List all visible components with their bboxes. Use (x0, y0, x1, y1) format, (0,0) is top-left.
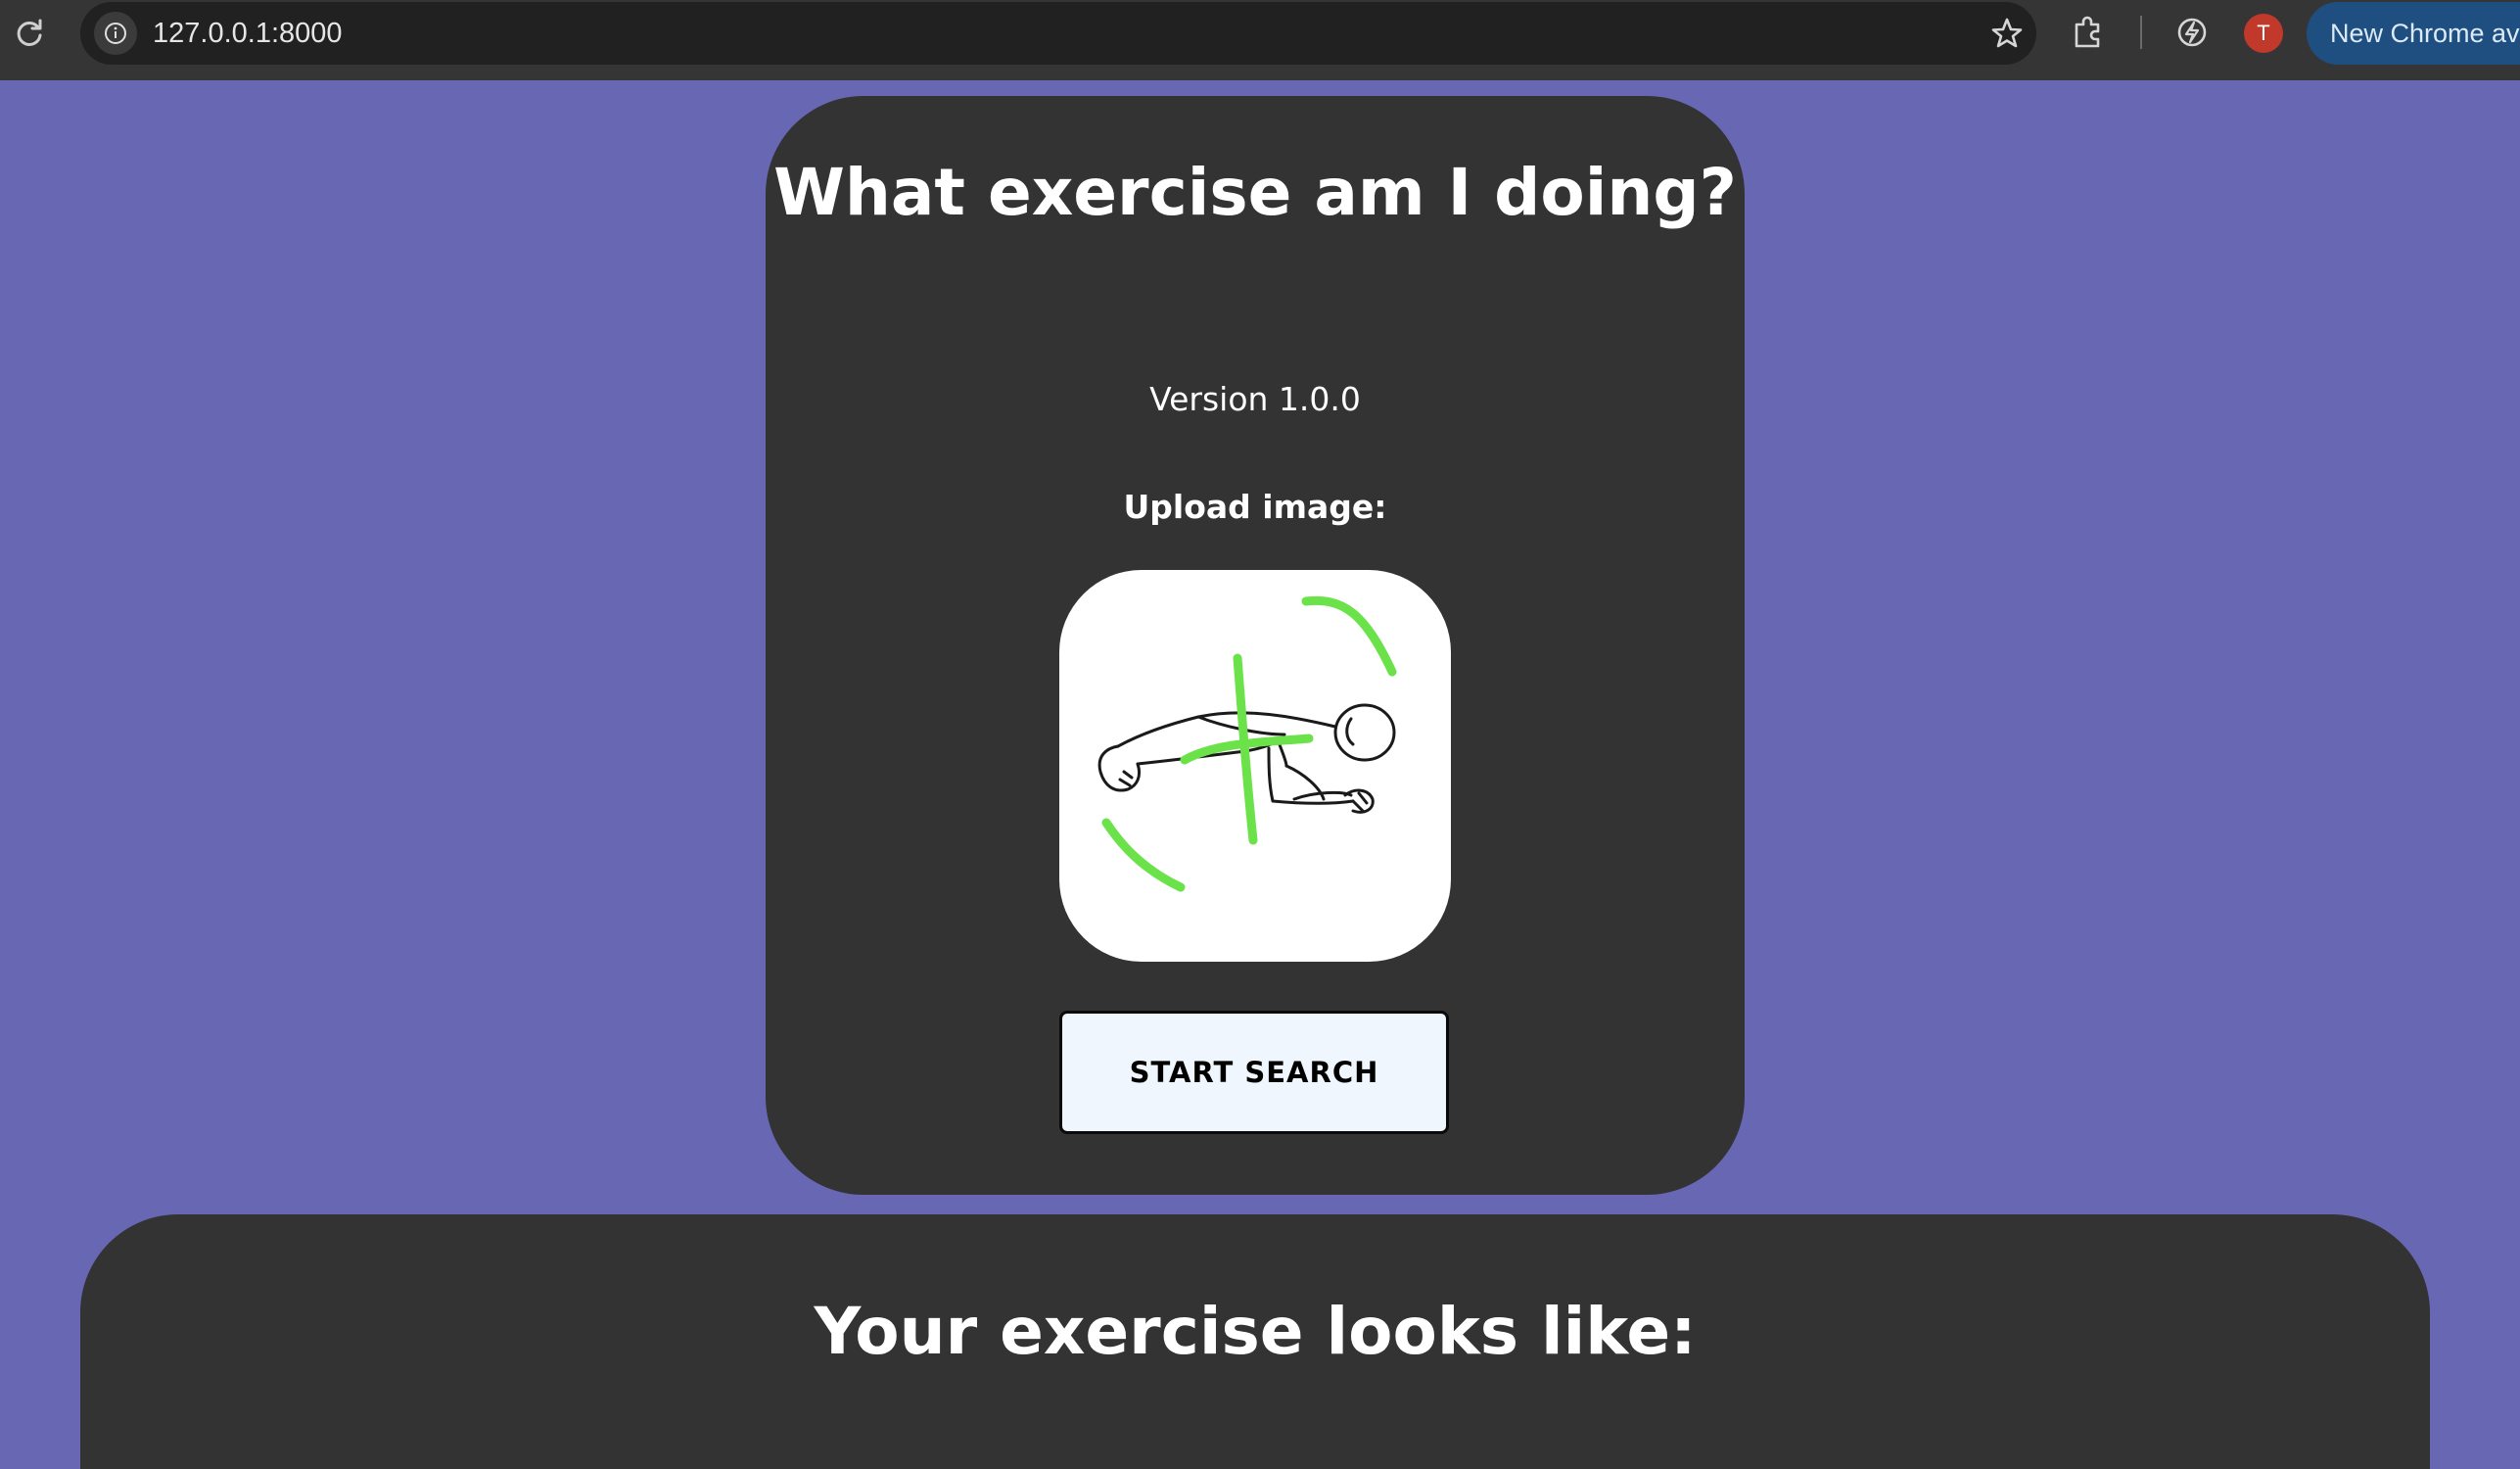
page-title: What exercise am I doing? (773, 155, 1737, 230)
new-chrome-label: New Chrome av (2330, 19, 2520, 48)
site-info-icon[interactable] (94, 12, 137, 55)
reload-icon[interactable] (12, 16, 47, 51)
performance-icon[interactable] (2171, 12, 2213, 53)
url-text[interactable]: 127.0.0.1:8000 (153, 16, 343, 51)
new-chrome-available-button[interactable]: New Chrome av (2307, 2, 2520, 65)
profile-avatar[interactable]: T (2244, 14, 2283, 53)
exercise-sketch-image (1097, 595, 1397, 892)
start-search-button[interactable]: START SEARCH (1059, 1011, 1449, 1134)
results-card: Your exercise looks like: (80, 1214, 2430, 1469)
browser-toolbar: 127.0.0.1:8000 T New Chrome av (0, 0, 2520, 80)
star-icon[interactable] (1987, 14, 2027, 53)
extensions-icon[interactable] (2068, 12, 2109, 53)
version-text: Version 1.0.0 (1149, 380, 1361, 418)
image-upload-dropzone[interactable] (1059, 570, 1451, 962)
exercise-card: What exercise am I doing? Version 1.0.0 … (766, 96, 1745, 1195)
results-heading: Your exercise looks like: (814, 1294, 1697, 1369)
toolbar-divider (2140, 16, 2142, 49)
address-bar[interactable]: 127.0.0.1:8000 (80, 2, 2036, 65)
upload-label: Upload image: (1123, 488, 1387, 526)
